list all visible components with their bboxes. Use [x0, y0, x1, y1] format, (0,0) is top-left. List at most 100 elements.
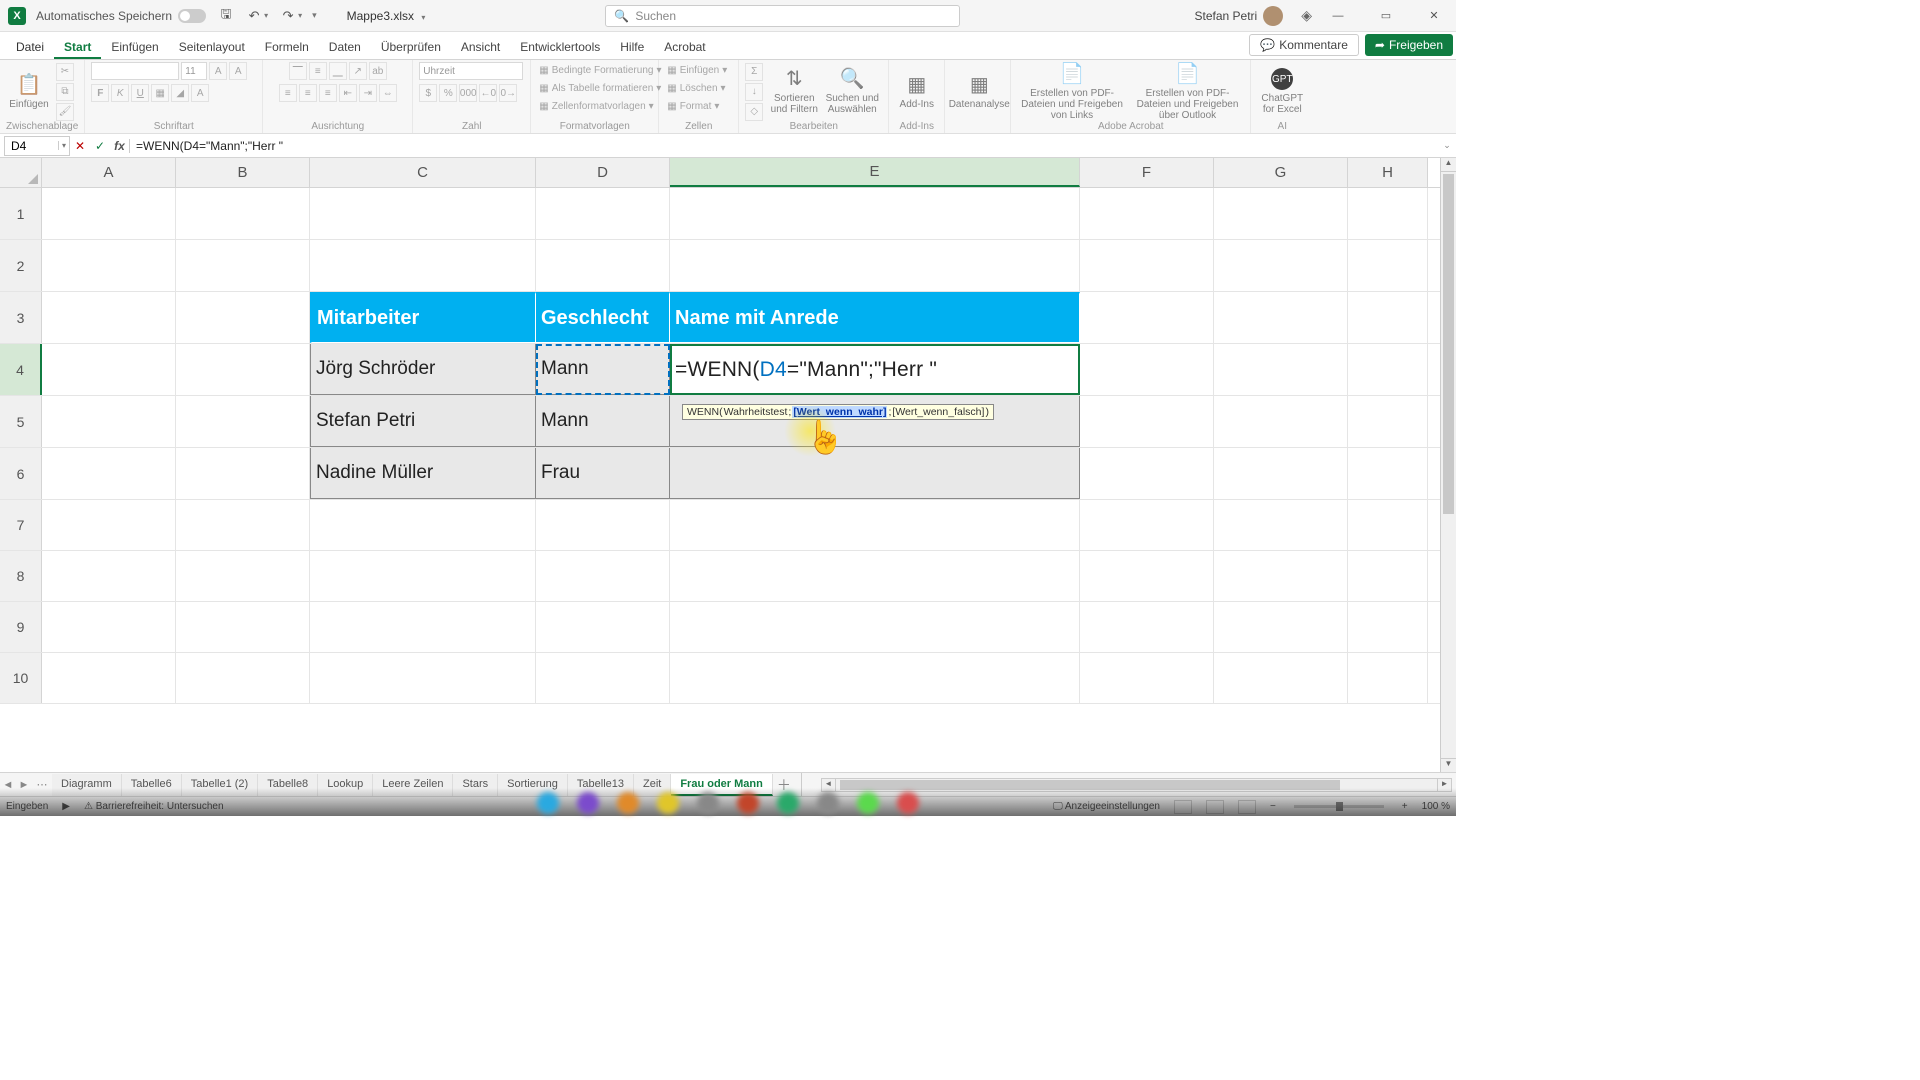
- format-as-table-button[interactable]: ▦ Als Tabelle formatieren ▾: [537, 80, 663, 97]
- cell[interactable]: [1348, 602, 1428, 652]
- scroll-thumb[interactable]: [1443, 174, 1454, 514]
- row-header-7[interactable]: 7: [0, 500, 42, 550]
- cell[interactable]: [310, 602, 536, 652]
- create-pdf-links-button[interactable]: 📄Erstellen von PDF-Dateien und Freigeben…: [1017, 63, 1127, 121]
- number-format-select[interactable]: [419, 62, 523, 80]
- format-cells-button[interactable]: ▦ Format ▾: [665, 98, 721, 115]
- present-icon[interactable]: ◈: [1301, 7, 1312, 24]
- maximize-button[interactable]: ▭: [1364, 0, 1408, 32]
- cell-E4-editing[interactable]: =WENN(D4="Mann";"Herr ": [670, 344, 1080, 395]
- cell[interactable]: [176, 602, 310, 652]
- cell[interactable]: [1080, 344, 1214, 395]
- data-analysis-button[interactable]: ▦Datenanalyse: [951, 74, 1007, 110]
- cell[interactable]: [1080, 292, 1214, 343]
- cell[interactable]: [310, 551, 536, 601]
- cell-C4[interactable]: Jörg Schröder: [310, 344, 536, 395]
- cell[interactable]: [536, 240, 670, 291]
- align-left-icon[interactable]: ≡: [279, 84, 297, 102]
- col-header-F[interactable]: F: [1080, 158, 1214, 187]
- cell[interactable]: [1214, 188, 1348, 239]
- tab-acrobat[interactable]: Acrobat: [654, 34, 715, 59]
- cell[interactable]: [310, 500, 536, 550]
- font-color-icon[interactable]: A: [191, 84, 209, 102]
- status-macro-icon[interactable]: ▶: [62, 801, 70, 812]
- row-header-3[interactable]: 3: [0, 292, 42, 343]
- cell-C5[interactable]: Stefan Petri: [310, 396, 536, 447]
- italic-icon[interactable]: K: [111, 84, 129, 102]
- filename-dropdown-icon[interactable]: ▾: [421, 13, 425, 22]
- cell[interactable]: [670, 602, 1080, 652]
- scroll-down-icon[interactable]: ▼: [1441, 758, 1456, 772]
- underline-icon[interactable]: U: [131, 84, 149, 102]
- row-header-10[interactable]: 10: [0, 653, 42, 703]
- table-header-anrede[interactable]: Name mit Anrede: [670, 292, 1080, 343]
- currency-icon[interactable]: $: [419, 84, 437, 102]
- cell-styles-button[interactable]: ▦ Zellenformatvorlagen ▾: [537, 98, 655, 115]
- scroll-left-icon[interactable]: ◄: [822, 779, 836, 791]
- sheet-tab[interactable]: Tabelle8: [258, 774, 318, 796]
- cell[interactable]: [670, 188, 1080, 239]
- cell[interactable]: [1214, 551, 1348, 601]
- orientation-icon[interactable]: ↗: [349, 62, 367, 80]
- cell[interactable]: [176, 653, 310, 703]
- undo-dropdown-icon[interactable]: ▾: [264, 11, 268, 20]
- sheet-tab[interactable]: Leere Zeilen: [373, 774, 453, 796]
- cell[interactable]: [1348, 500, 1428, 550]
- view-normal-icon[interactable]: [1174, 800, 1192, 814]
- col-header-E[interactable]: E: [670, 158, 1080, 187]
- cell[interactable]: [1080, 448, 1214, 499]
- qat-customize-icon[interactable]: ▾: [312, 10, 317, 21]
- expand-formula-bar-icon[interactable]: ⌄: [1438, 140, 1456, 151]
- cell[interactable]: [1348, 344, 1428, 395]
- cancel-formula-icon[interactable]: ✕: [70, 139, 90, 153]
- cell[interactable]: [1080, 500, 1214, 550]
- formula-input[interactable]: =WENN(D4="Mann";"Herr ": [130, 139, 283, 153]
- cell[interactable]: [42, 240, 176, 291]
- table-header-mitarbeiter[interactable]: Mitarbeiter: [310, 292, 536, 343]
- row-header-2[interactable]: 2: [0, 240, 42, 291]
- comments-button[interactable]: 💬 Kommentare: [1249, 34, 1359, 56]
- cell[interactable]: [1214, 396, 1348, 447]
- cell[interactable]: [536, 500, 670, 550]
- cell[interactable]: [176, 500, 310, 550]
- cell[interactable]: [536, 653, 670, 703]
- tab-daten[interactable]: Daten: [319, 34, 371, 59]
- cell[interactable]: [670, 653, 1080, 703]
- col-header-B[interactable]: B: [176, 158, 310, 187]
- cell[interactable]: [310, 240, 536, 291]
- cell[interactable]: [176, 188, 310, 239]
- table-header-geschlecht[interactable]: Geschlecht: [536, 292, 670, 343]
- indent-decrease-icon[interactable]: ⇤: [339, 84, 357, 102]
- cell-D6[interactable]: Frau: [536, 448, 670, 499]
- minimize-button[interactable]: —: [1316, 0, 1360, 32]
- scroll-thumb[interactable]: [840, 780, 1340, 790]
- cell[interactable]: [176, 292, 310, 343]
- merge-icon[interactable]: ⇔: [379, 84, 397, 102]
- copy-icon[interactable]: ⧉: [56, 83, 74, 101]
- close-button[interactable]: ✕: [1412, 0, 1456, 32]
- save-icon[interactable]: 🖫: [218, 8, 234, 24]
- col-header-A[interactable]: A: [42, 158, 176, 187]
- tab-einfuegen[interactable]: Einfügen: [101, 34, 168, 59]
- row-header-6[interactable]: 6: [0, 448, 42, 499]
- cell-C6[interactable]: Nadine Müller: [310, 448, 536, 499]
- autosum-icon[interactable]: Σ: [745, 63, 763, 81]
- delete-cells-button[interactable]: ▦ Löschen ▾: [665, 80, 727, 97]
- autosave-toggle[interactable]: [178, 9, 206, 23]
- cell[interactable]: [1348, 292, 1428, 343]
- cell[interactable]: [176, 551, 310, 601]
- scroll-up-icon[interactable]: ▲: [1441, 158, 1456, 172]
- comma-icon[interactable]: 000: [459, 84, 477, 102]
- scroll-right-icon[interactable]: ►: [1437, 779, 1451, 791]
- create-pdf-outlook-button[interactable]: 📄Erstellen von PDF-Dateien und Freigeben…: [1131, 63, 1244, 121]
- cell[interactable]: [176, 448, 310, 499]
- tab-file[interactable]: Datei: [6, 34, 54, 59]
- cell[interactable]: [1214, 500, 1348, 550]
- indent-increase-icon[interactable]: ⇥: [359, 84, 377, 102]
- cell[interactable]: [536, 602, 670, 652]
- horizontal-scrollbar[interactable]: ◄ ►: [821, 778, 1452, 792]
- row-header-4[interactable]: 4: [0, 344, 42, 395]
- border-icon[interactable]: ▦: [151, 84, 169, 102]
- row-header-8[interactable]: 8: [0, 551, 42, 601]
- insert-cells-button[interactable]: ▦ Einfügen ▾: [665, 62, 729, 79]
